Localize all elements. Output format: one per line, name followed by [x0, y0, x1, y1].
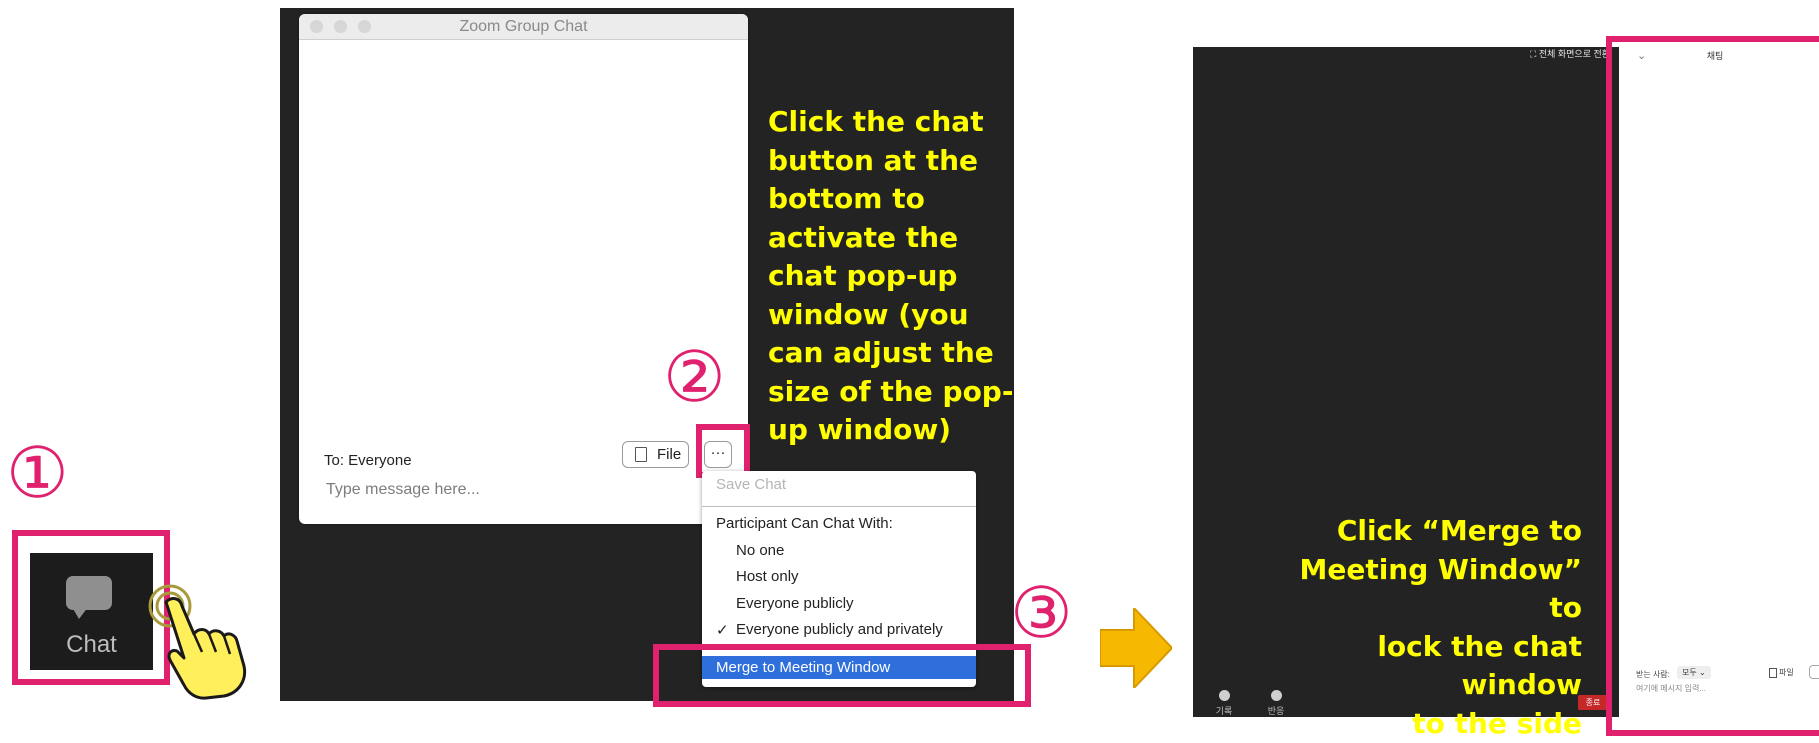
record-icon [1218, 690, 1230, 701]
file-button[interactable]: File [622, 441, 689, 468]
more-button-highlight [696, 424, 750, 478]
menu-divider [702, 506, 976, 507]
recipient-label[interactable]: To: Everyone [324, 452, 412, 469]
record-label: 기록 [1215, 706, 1233, 716]
file-icon [635, 447, 647, 462]
step-3-marker: ③ [1010, 572, 1073, 654]
menu-save-chat[interactable]: Save Chat [716, 476, 786, 493]
menu-option-no-one[interactable]: No one [736, 542, 784, 559]
popup-title: Zoom Group Chat [459, 18, 588, 35]
merge-option-highlight [653, 644, 1031, 707]
menu-participant-heading: Participant Can Chat With: [716, 515, 893, 532]
docked-chat-highlight [1606, 36, 1819, 736]
right-arrow-icon [1100, 608, 1172, 688]
record-button[interactable]: 기록 [1211, 690, 1237, 717]
end-meeting-button[interactable]: 종료 [1578, 695, 1608, 710]
fullscreen-icon: ⛶ [1530, 49, 1539, 59]
chat-popup-window[interactable]: Zoom Group Chat To: Everyone File ··· Ty… [299, 14, 748, 524]
message-input[interactable]: Type message here... [326, 481, 480, 499]
merge-instruction: Click “Merge to Meeting Window” to lock … [1299, 514, 1582, 740]
menu-option-host-only[interactable]: Host only [736, 568, 799, 585]
file-button-label: File [657, 446, 682, 463]
popup-titlebar[interactable]: Zoom Group Chat [299, 14, 748, 40]
fullscreen-toggle[interactable]: ⛶ 전체 화면으로 전환 [1530, 47, 1610, 60]
fullscreen-label: 전체 화면으로 전환 [1538, 49, 1611, 59]
popup-instruction: Click the chat button at the bottom to a… [768, 105, 1014, 446]
menu-option-everyone-publicly-privately[interactable]: Everyone publicly and privately [736, 621, 943, 638]
step-1-marker: ① [6, 432, 69, 514]
menu-option-everyone-publicly[interactable]: Everyone publicly [736, 595, 854, 612]
pointing-hand-icon [148, 584, 247, 700]
step-2-marker: ② [663, 336, 726, 418]
checkmark-icon: ✓ [716, 621, 729, 639]
